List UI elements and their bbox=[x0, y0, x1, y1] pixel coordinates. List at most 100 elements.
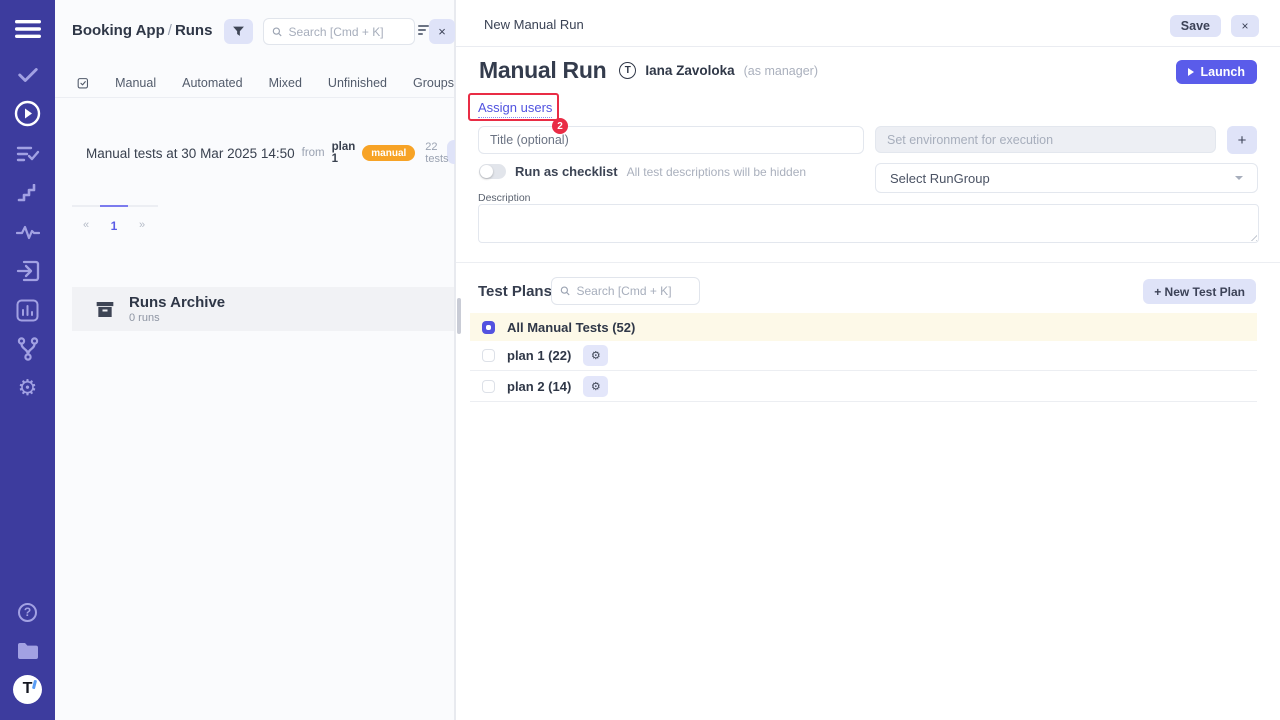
runs-search bbox=[263, 18, 415, 45]
analytics-chart-icon[interactable] bbox=[0, 296, 55, 324]
run-header: Manual Run T Iana Zavoloka (as manager) bbox=[479, 57, 818, 84]
milestones-steps-icon[interactable] bbox=[0, 179, 55, 207]
checklist-toggle-row: Run as checklist All test descriptions w… bbox=[479, 164, 806, 179]
run-title: Manual tests at 30 Mar 2025 14:50 bbox=[86, 146, 295, 161]
search-icon bbox=[272, 26, 283, 38]
pagination-prev[interactable]: « bbox=[72, 207, 100, 233]
archive-text: Runs Archive 0 runs bbox=[129, 294, 225, 323]
add-environment-button[interactable]: + bbox=[1227, 126, 1257, 154]
icon-sidebar: ⚙ ? T bbox=[0, 0, 55, 720]
test-plans-search bbox=[551, 277, 700, 305]
tab-unfinished[interactable]: Unfinished bbox=[328, 76, 387, 90]
tab-groups[interactable]: Groups bbox=[413, 76, 454, 90]
pulse-activity-icon[interactable] bbox=[0, 218, 55, 246]
filter-button[interactable] bbox=[224, 19, 253, 44]
import-icon[interactable] bbox=[0, 257, 55, 285]
annotation-step-badge: 2 bbox=[552, 118, 568, 134]
tests-check-icon[interactable] bbox=[0, 61, 55, 89]
run-list-item[interactable]: Manual tests at 30 Mar 2025 14:50 from p… bbox=[79, 141, 444, 165]
new-run-panel: New Manual Run Save × Manual Run T Iana … bbox=[455, 0, 1280, 720]
description-label: Description bbox=[478, 192, 531, 204]
panel-close-button[interactable]: × bbox=[429, 19, 455, 44]
launch-label: Launch bbox=[1201, 65, 1245, 79]
section-divider bbox=[456, 262, 1280, 263]
owner-role: (as manager) bbox=[744, 64, 818, 78]
checkbox-checked[interactable] bbox=[482, 321, 495, 334]
menu-icon[interactable] bbox=[0, 15, 55, 43]
run-type-badge: manual bbox=[362, 145, 415, 161]
new-run-title: New Manual Run bbox=[484, 17, 584, 32]
rungroup-select[interactable]: Select RunGroup bbox=[875, 163, 1258, 193]
save-button[interactable]: Save bbox=[1170, 15, 1221, 37]
runs-archive-row[interactable]: Runs Archive 0 runs bbox=[72, 287, 454, 331]
test-plan-row-plan1[interactable]: plan 1 (22) ⚙ bbox=[470, 341, 1257, 371]
owner-name: Iana Zavoloka bbox=[645, 63, 734, 78]
tab-manual[interactable]: Manual bbox=[115, 76, 156, 90]
logo-letter: T bbox=[13, 675, 42, 704]
gear-icon: ⚙ bbox=[591, 349, 601, 362]
scrollbar-thumb[interactable] bbox=[457, 298, 461, 334]
launch-button[interactable]: Launch bbox=[1176, 60, 1257, 84]
runs-panel: Booking App/Runs × Manual Automated Mixe… bbox=[55, 0, 455, 720]
breadcrumb-project[interactable]: Booking App bbox=[72, 22, 165, 39]
plan-settings-button[interactable]: ⚙ bbox=[583, 376, 608, 397]
owner-avatar: T bbox=[619, 62, 636, 79]
test-plans-title: Test Plans bbox=[478, 283, 552, 300]
test-plans-search-input[interactable] bbox=[576, 284, 691, 298]
funnel-icon bbox=[232, 25, 245, 38]
pagination-next[interactable]: » bbox=[128, 207, 156, 233]
help-glyph: ? bbox=[18, 603, 37, 622]
search-icon bbox=[560, 285, 570, 297]
new-test-plan-button[interactable]: + New Test Plan bbox=[1143, 279, 1256, 304]
test-plan-label[interactable]: All Manual Tests (52) bbox=[507, 320, 635, 335]
breadcrumb-separator: / bbox=[165, 22, 175, 39]
close-panel-button[interactable]: × bbox=[1231, 15, 1259, 37]
plan-settings-button[interactable]: ⚙ bbox=[583, 345, 608, 366]
help-icon[interactable]: ? bbox=[0, 598, 55, 626]
select-all-checkbox-icon[interactable] bbox=[76, 75, 89, 91]
checkbox-unchecked[interactable] bbox=[482, 380, 495, 393]
rungroup-value: Select RunGroup bbox=[890, 171, 990, 186]
archive-title: Runs Archive bbox=[129, 294, 225, 311]
environment-input[interactable] bbox=[875, 126, 1216, 153]
test-plan-row-plan2[interactable]: plan 2 (14) ⚙ bbox=[470, 372, 1257, 402]
checklist-label: Run as checklist bbox=[515, 164, 618, 179]
projects-folder-icon[interactable] bbox=[0, 637, 55, 665]
results-list-icon[interactable] bbox=[0, 140, 55, 168]
run-test-count: 22 tests bbox=[425, 141, 448, 165]
new-run-topbar: New Manual Run Save × bbox=[456, 0, 1280, 47]
play-icon bbox=[1188, 68, 1194, 76]
test-plan-label[interactable]: plan 2 (14) bbox=[507, 379, 571, 394]
chevron-down-icon bbox=[1235, 176, 1243, 180]
tab-automated[interactable]: Automated bbox=[182, 76, 242, 90]
settings-gear-icon[interactable]: ⚙ bbox=[0, 374, 55, 402]
pagination: « 1 » bbox=[72, 205, 158, 233]
runs-tabs: Manual Automated Mixed Unfinished Groups bbox=[55, 69, 454, 98]
archive-count: 0 runs bbox=[129, 312, 225, 324]
run-as-checklist-toggle[interactable] bbox=[479, 164, 506, 179]
toggle-knob bbox=[480, 165, 493, 178]
runs-search-input[interactable] bbox=[289, 25, 406, 39]
tab-mixed[interactable]: Mixed bbox=[269, 76, 302, 90]
run-from-label: from bbox=[302, 147, 325, 159]
run-plan-link[interactable]: plan 1 bbox=[332, 141, 356, 165]
runs-play-icon[interactable] bbox=[0, 99, 55, 127]
description-textarea[interactable] bbox=[478, 204, 1259, 243]
gear-icon: ⚙ bbox=[591, 380, 601, 393]
app-logo[interactable]: T bbox=[0, 675, 55, 703]
assign-users-link[interactable]: Assign users bbox=[478, 100, 552, 118]
app-root: ⚙ ? T Booking App/Runs × bbox=[0, 0, 1280, 720]
branches-icon[interactable] bbox=[0, 335, 55, 363]
checklist-hint: All test descriptions will be hidden bbox=[627, 165, 806, 179]
test-plan-row-all[interactable]: All Manual Tests (52) bbox=[470, 313, 1257, 341]
run-title-input[interactable] bbox=[478, 126, 864, 154]
checkbox-unchecked[interactable] bbox=[482, 349, 495, 362]
pagination-page-1[interactable]: 1 bbox=[100, 205, 128, 233]
test-plan-label[interactable]: plan 1 (22) bbox=[507, 348, 571, 363]
breadcrumb: Booking App/Runs bbox=[72, 22, 212, 39]
runs-panel-header: Booking App/Runs × bbox=[55, 0, 454, 62]
filter-lines-icon[interactable] bbox=[418, 25, 429, 37]
archive-box-icon bbox=[95, 300, 115, 319]
breadcrumb-page: Runs bbox=[175, 22, 213, 39]
page-title: Manual Run bbox=[479, 57, 606, 84]
